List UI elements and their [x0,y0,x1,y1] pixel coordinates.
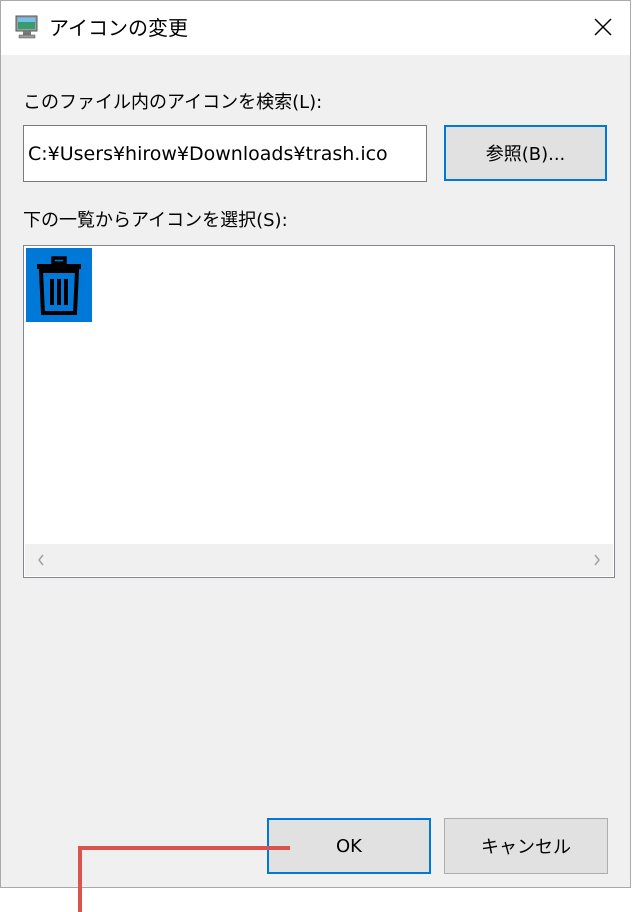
icon-file-path-input[interactable] [23,125,427,182]
chevron-left-icon [38,554,44,566]
annotation-line-vertical [78,846,82,912]
trash-can-icon [37,256,81,315]
cancel-button[interactable]: キャンセル [444,818,608,874]
window-title: アイコンの変更 [49,16,188,40]
title-bar: アイコンの変更 [1,1,630,55]
chevron-right-icon [594,554,600,566]
change-icon-dialog: アイコンの変更 このファイル内のアイコンを検索(L): 参照(B)... 下の一… [0,0,631,888]
browse-button[interactable]: 参照(B)... [444,125,607,181]
ok-button[interactable]: OK [267,818,431,874]
icon-list-item-trash[interactable] [26,248,92,322]
annotation-line-horizontal [78,846,290,850]
close-button[interactable] [574,1,630,55]
scroll-right-button[interactable] [581,544,613,576]
icon-select-label: 下の一覧からアイコンを選択(S): [23,210,288,231]
file-search-label: このファイル内のアイコンを検索(L): [23,92,323,113]
horizontal-scrollbar[interactable] [25,544,613,576]
close-icon [594,18,612,36]
icon-list [23,245,615,578]
scroll-left-button[interactable] [25,544,57,576]
monitor-icon [14,14,40,40]
